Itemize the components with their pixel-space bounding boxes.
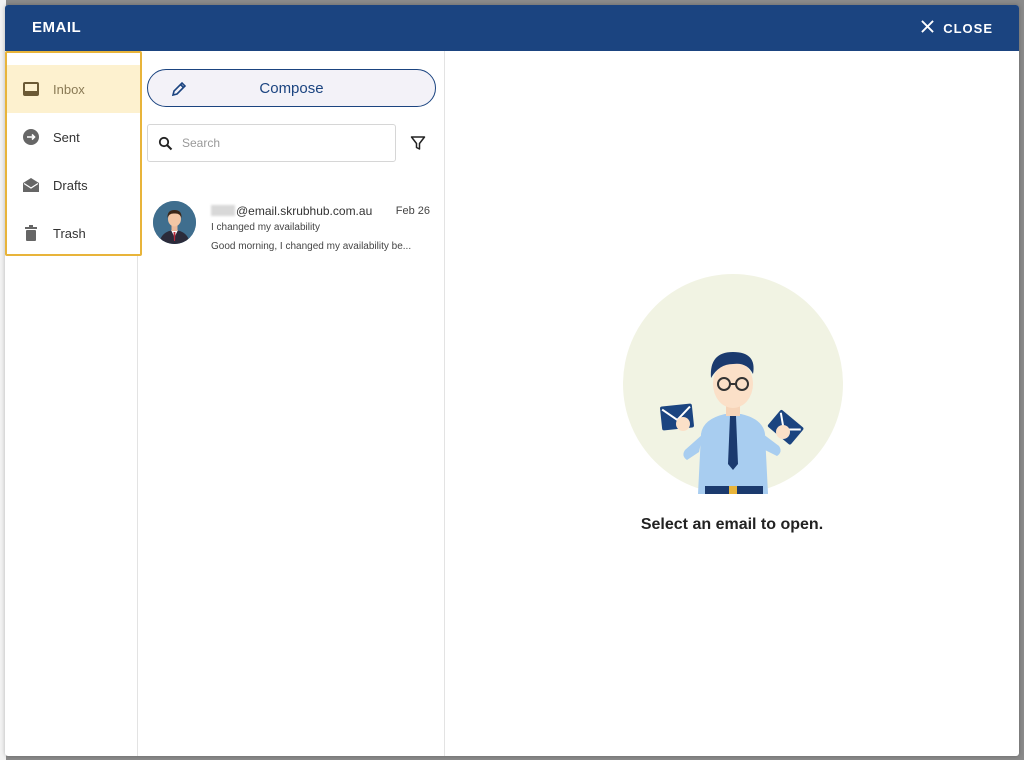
folder-list: Inbox Sent Drafts Trash: [5, 51, 142, 256]
reading-pane: Select an email to open.: [445, 51, 1019, 756]
folder-drafts[interactable]: Drafts: [7, 161, 140, 209]
folder-trash[interactable]: Trash: [7, 209, 140, 257]
email-subject: I changed my availability: [211, 222, 320, 233]
modal-title: EMAIL: [32, 19, 82, 36]
folder-label: Trash: [53, 225, 86, 241]
header-caret: [705, 5, 723, 11]
filter-icon[interactable]: [410, 135, 426, 151]
search-box: [147, 124, 396, 162]
drafts-icon: [21, 175, 41, 195]
close-icon: [921, 20, 934, 36]
email-preview: Good morning, I changed my availability …: [211, 241, 412, 252]
email-list-item[interactable]: @email.skrubhub.com.au Feb 26 I changed …: [138, 191, 444, 259]
search-input[interactable]: [182, 136, 382, 150]
inbox-icon: [21, 79, 41, 99]
modal-header: EMAIL CLOSE: [5, 5, 1019, 51]
search-icon: [158, 136, 173, 151]
avatar: [153, 201, 196, 244]
folder-sidebar: Inbox Sent Drafts Trash: [5, 51, 142, 756]
empty-state-illustration: [623, 274, 843, 494]
email-modal: EMAIL CLOSE Inbox Sent Drafts Trash Comp…: [5, 5, 1019, 756]
close-label: CLOSE: [943, 20, 993, 36]
pencil-icon: [170, 80, 188, 98]
folder-label: Drafts: [53, 177, 88, 193]
email-date: Feb 26: [395, 205, 430, 217]
empty-state-message: Select an email to open.: [640, 516, 824, 533]
folder-label: Sent: [53, 129, 80, 145]
close-button[interactable]: CLOSE: [921, 19, 993, 37]
compose-button[interactable]: Compose: [147, 69, 436, 107]
folder-sent[interactable]: Sent: [7, 113, 140, 161]
folder-label: Inbox: [53, 81, 85, 97]
folder-inbox[interactable]: Inbox: [7, 65, 140, 113]
redacted-sender-name: [211, 205, 235, 216]
sent-icon: [21, 127, 41, 147]
sender-domain: @email.skrubhub.com.au: [236, 204, 373, 218]
email-sender: @email.skrubhub.com.au: [211, 204, 372, 218]
compose-label: Compose: [259, 79, 324, 97]
email-list-panel: Compose Search @email.skrubhub.com.au Fe…: [138, 51, 445, 756]
trash-icon: [21, 223, 41, 243]
